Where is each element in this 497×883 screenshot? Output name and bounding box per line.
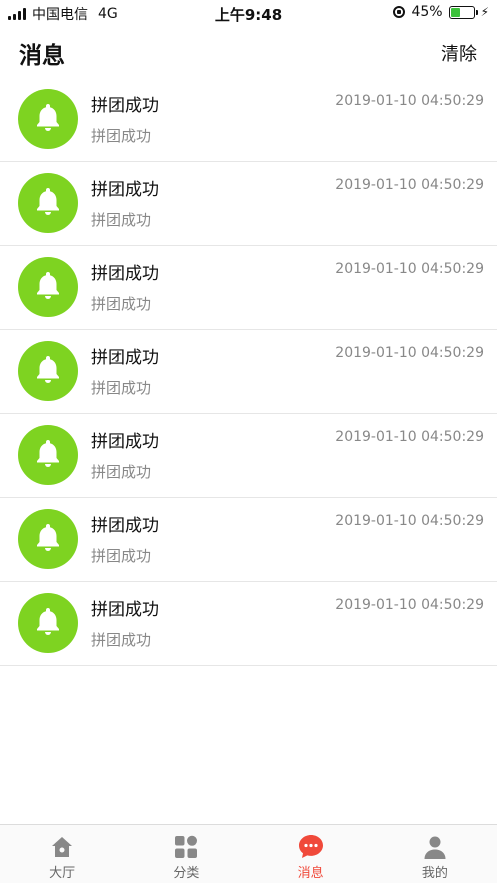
message-item[interactable]: 拼团成功 拼团成功 2019-01-10 04:50:29 <box>0 414 497 498</box>
tab-person[interactable]: 我的 <box>373 825 497 883</box>
bell-avatar <box>18 509 78 569</box>
message-title: 拼团成功 <box>91 432 159 452</box>
rotation-lock-icon <box>393 6 406 18</box>
message-item[interactable]: 拼团成功 拼团成功 2019-01-10 04:50:29 <box>0 246 497 330</box>
message-time: 2019-01-10 04:50:29 <box>335 429 484 445</box>
message-time: 2019-01-10 04:50:29 <box>335 513 484 529</box>
clear-button[interactable]: 清除 <box>441 40 477 66</box>
message-time: 2019-01-10 04:50:29 <box>335 345 484 361</box>
status-bar: 中国电信 4G 上午9:48 45% ⚡ <box>0 0 497 26</box>
battery-icon <box>448 5 478 19</box>
tab-label: 大厅 <box>49 866 76 881</box>
message-body: 拼团成功 <box>91 631 152 649</box>
tab-bar: 大厅 分类 消息 我的 <box>0 824 497 883</box>
charging-icon: ⚡ <box>480 5 489 19</box>
bell-avatar <box>18 341 78 401</box>
message-list: 拼团成功 拼团成功 2019-01-10 04:50:29 拼团成功 拼团成功 2019-… <box>0 78 497 666</box>
tab-grid[interactable]: 分类 <box>124 825 248 883</box>
tab-label: 我的 <box>421 866 448 881</box>
message-time: 2019-01-10 04:50:29 <box>335 597 484 613</box>
bell-avatar <box>18 89 78 149</box>
bell-icon <box>33 521 63 557</box>
page-title: 消息 <box>19 43 65 69</box>
person-icon <box>423 834 447 860</box>
bell-icon <box>33 605 63 641</box>
bell-icon <box>33 101 63 137</box>
bell-avatar <box>18 425 78 485</box>
message-body: 拼团成功 <box>91 295 152 313</box>
bell-avatar <box>18 173 78 233</box>
battery-level <box>450 7 461 17</box>
tab-label: 消息 <box>297 866 324 881</box>
message-time: 2019-01-10 04:50:29 <box>335 261 484 277</box>
tab-chat-bubble[interactable]: 消息 <box>249 825 373 883</box>
header: 消息 清除 <box>0 26 497 78</box>
message-item[interactable]: 拼团成功 拼团成功 2019-01-10 04:50:29 <box>0 330 497 414</box>
message-time: 2019-01-10 04:50:29 <box>335 177 484 193</box>
message-body: 拼团成功 <box>91 211 152 229</box>
chat-bubble-icon <box>298 834 324 860</box>
message-title: 拼团成功 <box>91 348 159 368</box>
bell-icon <box>33 269 63 305</box>
grid-icon <box>174 834 198 860</box>
message-title: 拼团成功 <box>91 600 159 620</box>
message-title: 拼团成功 <box>91 516 159 536</box>
message-title: 拼团成功 <box>91 180 159 200</box>
tab-label: 分类 <box>173 866 200 881</box>
message-item[interactable]: 拼团成功 拼团成功 2019-01-10 04:50:29 <box>0 582 497 666</box>
message-item[interactable]: 拼团成功 拼团成功 2019-01-10 04:50:29 <box>0 162 497 246</box>
home-icon <box>50 834 74 860</box>
message-item[interactable]: 拼团成功 拼团成功 2019-01-10 04:50:29 <box>0 78 497 162</box>
message-body: 拼团成功 <box>91 379 152 397</box>
message-body: 拼团成功 <box>91 463 152 481</box>
bell-icon <box>33 185 63 221</box>
status-right: 45% ⚡ <box>393 4 489 20</box>
bell-avatar <box>18 593 78 653</box>
message-body: 拼团成功 <box>91 547 152 565</box>
bell-icon <box>33 437 63 473</box>
message-title: 拼团成功 <box>91 264 159 284</box>
message-body: 拼团成功 <box>91 127 152 145</box>
tab-home[interactable]: 大厅 <box>0 825 124 883</box>
message-title: 拼团成功 <box>91 96 159 116</box>
bell-avatar <box>18 257 78 317</box>
message-item[interactable]: 拼团成功 拼团成功 2019-01-10 04:50:29 <box>0 498 497 582</box>
bell-icon <box>33 353 63 389</box>
message-time: 2019-01-10 04:50:29 <box>335 93 484 109</box>
battery-percent: 45% <box>411 4 443 20</box>
